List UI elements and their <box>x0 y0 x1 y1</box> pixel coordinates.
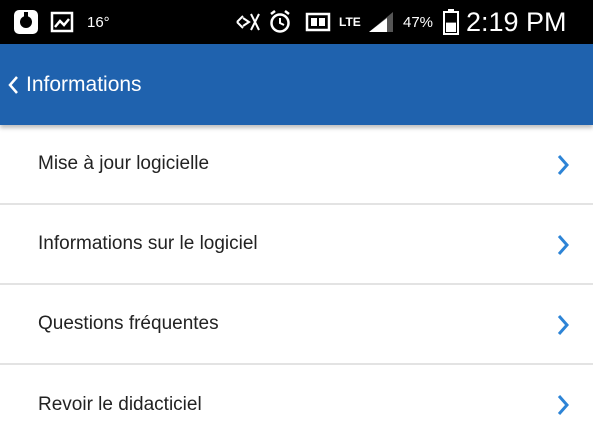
battery-fill <box>446 22 456 32</box>
chevron-right-icon <box>557 395 569 415</box>
menu-item-software-info[interactable]: Informations sur le logiciel <box>0 205 593 285</box>
gallery-icon <box>50 0 74 44</box>
mute-icon <box>233 0 261 44</box>
data-icon <box>305 0 331 44</box>
menu-list: Mise à jour logicielle Informations sur … <box>0 125 593 445</box>
lte-icon: LTE <box>339 0 361 44</box>
battery-percent: 47% <box>403 13 434 31</box>
menu-item-software-update[interactable]: Mise à jour logicielle <box>0 125 593 205</box>
battery-icon <box>443 0 459 44</box>
back-button[interactable]: Informations <box>6 44 142 125</box>
menu-item-faq[interactable]: Questions fréquentes <box>0 285 593 365</box>
menu-item-tutorial[interactable]: Revoir le didacticiel <box>0 365 593 445</box>
chevron-right-icon <box>557 315 569 335</box>
app-icon <box>12 0 40 44</box>
menu-item-label: Informations sur le logiciel <box>38 233 258 254</box>
chevron-right-icon <box>557 235 569 255</box>
page-title: Informations <box>26 72 142 96</box>
temperature: 16° <box>87 13 110 31</box>
menu-item-label: Questions fréquentes <box>38 313 219 334</box>
chevron-right-icon <box>557 155 569 175</box>
chevron-left-icon <box>8 75 18 94</box>
network-label: LTE <box>339 15 361 29</box>
app-header: Informations <box>0 44 593 125</box>
status-bar: 16° LTE 47% 2:19 PM <box>0 0 593 44</box>
alarm-icon <box>268 0 292 44</box>
menu-item-label: Revoir le didacticiel <box>38 394 202 415</box>
clock: 2:19 PM <box>466 6 567 37</box>
menu-item-label: Mise à jour logicielle <box>38 153 210 174</box>
signal-icon <box>367 0 395 44</box>
